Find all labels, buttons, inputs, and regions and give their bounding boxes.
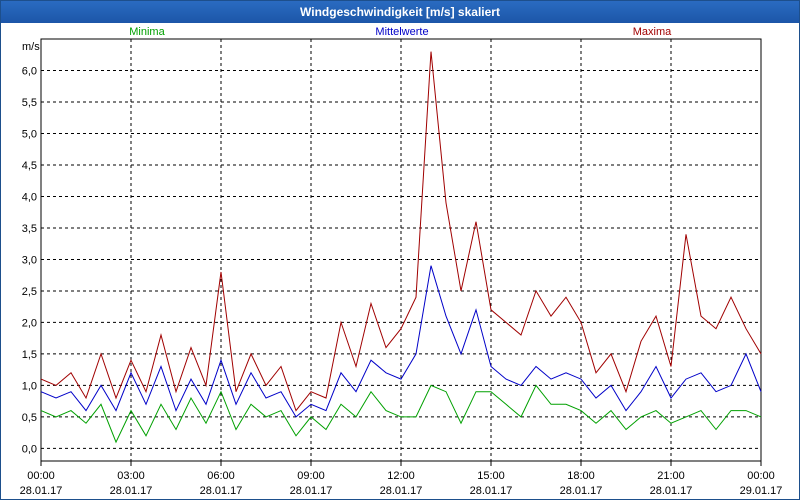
y-tick-label: 3,0	[22, 254, 37, 266]
x-tick-date: 28.01.17	[290, 485, 333, 497]
x-tick-time: 03:00	[117, 470, 145, 482]
y-tick-label: 1,0	[22, 380, 37, 392]
x-tick-time: 00:00	[747, 470, 775, 482]
x-tick-date: 28.01.17	[110, 485, 153, 497]
y-tick-label: 5,5	[22, 97, 37, 109]
x-tick-date: 28.01.17	[380, 485, 423, 497]
y-tick-label: 0,5	[22, 412, 37, 424]
x-tick-date: 28.01.17	[560, 485, 603, 497]
x-tick-date: 28.01.17	[470, 485, 513, 497]
x-tick-time: 00:00	[27, 470, 55, 482]
x-tick-time: 15:00	[477, 470, 505, 482]
y-tick-label: 0,0	[22, 443, 37, 455]
y-tick-label: 6,0	[22, 65, 37, 77]
legend-mittelwerte: Mittelwerte	[375, 26, 428, 38]
y-tick-label: 2,0	[22, 317, 37, 329]
y-tick-label: 3,5	[22, 223, 37, 235]
wind-speed-chart: 0,00,51,01,52,02,53,03,54,04,55,05,56,0 …	[20, 26, 783, 497]
y-axis-label: m/s	[22, 41, 40, 53]
x-tick-time: 09:00	[297, 470, 325, 482]
legend-maxima: Maxima	[633, 26, 672, 38]
x-tick-date: 29.01.17	[740, 485, 783, 497]
y-tick-label: 5,0	[22, 128, 37, 140]
y-tick-label: 4,0	[22, 191, 37, 203]
x-tick-date: 28.01.17	[20, 485, 63, 497]
x-tick-date: 28.01.17	[650, 485, 693, 497]
x-tick-date: 28.01.17	[200, 485, 243, 497]
x-axis-ticks: 00:00 28.01.17 03:00 28.01.17 06:00 28.01.17 0…	[20, 461, 783, 497]
x-tick-time: 18:00	[567, 470, 595, 482]
y-axis-ticks: 0,0 0,5 1,0 1,5 2,0 2,5 3,0 3,5 4,0 4,5 5,0 5,5 6,0	[22, 65, 37, 455]
y-tick-label: 4,5	[22, 160, 37, 172]
y-tick-label: 2,5	[22, 286, 37, 298]
x-tick-time: 12:00	[387, 470, 415, 482]
y-tick-label: 1,5	[22, 349, 37, 361]
x-tick-time: 06:00	[207, 470, 235, 482]
legend-minima: Minima	[129, 26, 165, 38]
x-tick-time: 21:00	[657, 470, 685, 482]
